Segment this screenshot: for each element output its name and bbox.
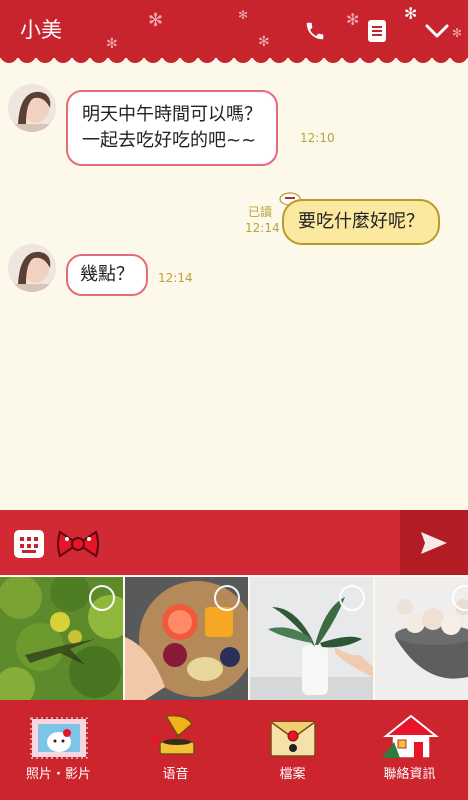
snowflake-icon: ✻ (148, 10, 164, 31)
snowflake-icon: ✻ (452, 26, 463, 40)
sticker-bow-icon[interactable] (56, 527, 100, 561)
snowflake-icon: ✻ (258, 34, 270, 50)
chat-title[interactable]: 小美 (20, 14, 62, 44)
nav-files[interactable]: 檔案 (234, 700, 351, 800)
send-icon (421, 531, 447, 554)
nav-label: 檔案 (279, 767, 306, 782)
select-circle[interactable] (214, 585, 240, 611)
house-icon (381, 714, 439, 759)
nav-voice[interactable]: 语音 (117, 700, 234, 800)
gallery-photo-bowl[interactable] (375, 577, 468, 700)
nav-label: 聯絡資訊 (383, 767, 436, 782)
select-circle[interactable] (339, 585, 365, 611)
avatar[interactable] (8, 244, 56, 292)
nav-contact-info[interactable]: 聯絡資訊 (351, 700, 468, 800)
photo-frame-icon (29, 717, 88, 759)
message-text: 要吃什麼好呢？ (298, 211, 424, 232)
message-timestamp: 12:14 (158, 271, 193, 285)
message-bubble-received[interactable]: 幾點？ (66, 254, 148, 296)
gallery-photo-plant[interactable] (250, 577, 373, 700)
read-receipt: 已讀 (248, 205, 273, 219)
nav-label: 语音 (162, 767, 189, 782)
notes-icon[interactable] (362, 16, 392, 46)
header-scallop-edge (0, 50, 468, 64)
message-text: 幾點？ (80, 264, 134, 285)
nav-photos-videos[interactable]: 照片・影片 (0, 700, 117, 800)
keyboard-icon[interactable] (13, 529, 45, 559)
phone-icon[interactable] (300, 16, 330, 46)
gallery-photo-fruit[interactable] (125, 577, 248, 700)
message-timestamp: 12:10 (300, 131, 335, 145)
message-text: 明天中午時間可以嗎？ (82, 104, 262, 125)
avatar[interactable] (8, 84, 56, 132)
send-button[interactable] (400, 510, 468, 575)
nav-label: 照片・影片 (25, 767, 91, 782)
snowflake-icon: ✻ (404, 4, 418, 23)
message-text: 一起去吃好吃的吧~~ (82, 130, 257, 151)
snowflake-icon: ✻ (238, 8, 249, 22)
message-timestamp: 12:14 (245, 221, 280, 235)
gallery-photo-forest[interactable] (0, 577, 123, 700)
envelope-icon (269, 721, 316, 757)
message-bubble-sent[interactable]: 要吃什麼好呢？ (282, 199, 440, 245)
gramophone-icon (151, 714, 195, 755)
snowflake-icon: ✻ (346, 10, 360, 29)
select-circle[interactable] (89, 585, 115, 611)
chevron-down-icon[interactable] (422, 16, 452, 46)
message-bubble-received[interactable]: 明天中午時間可以嗎？ 一起去吃好吃的吧~~ (66, 90, 278, 166)
